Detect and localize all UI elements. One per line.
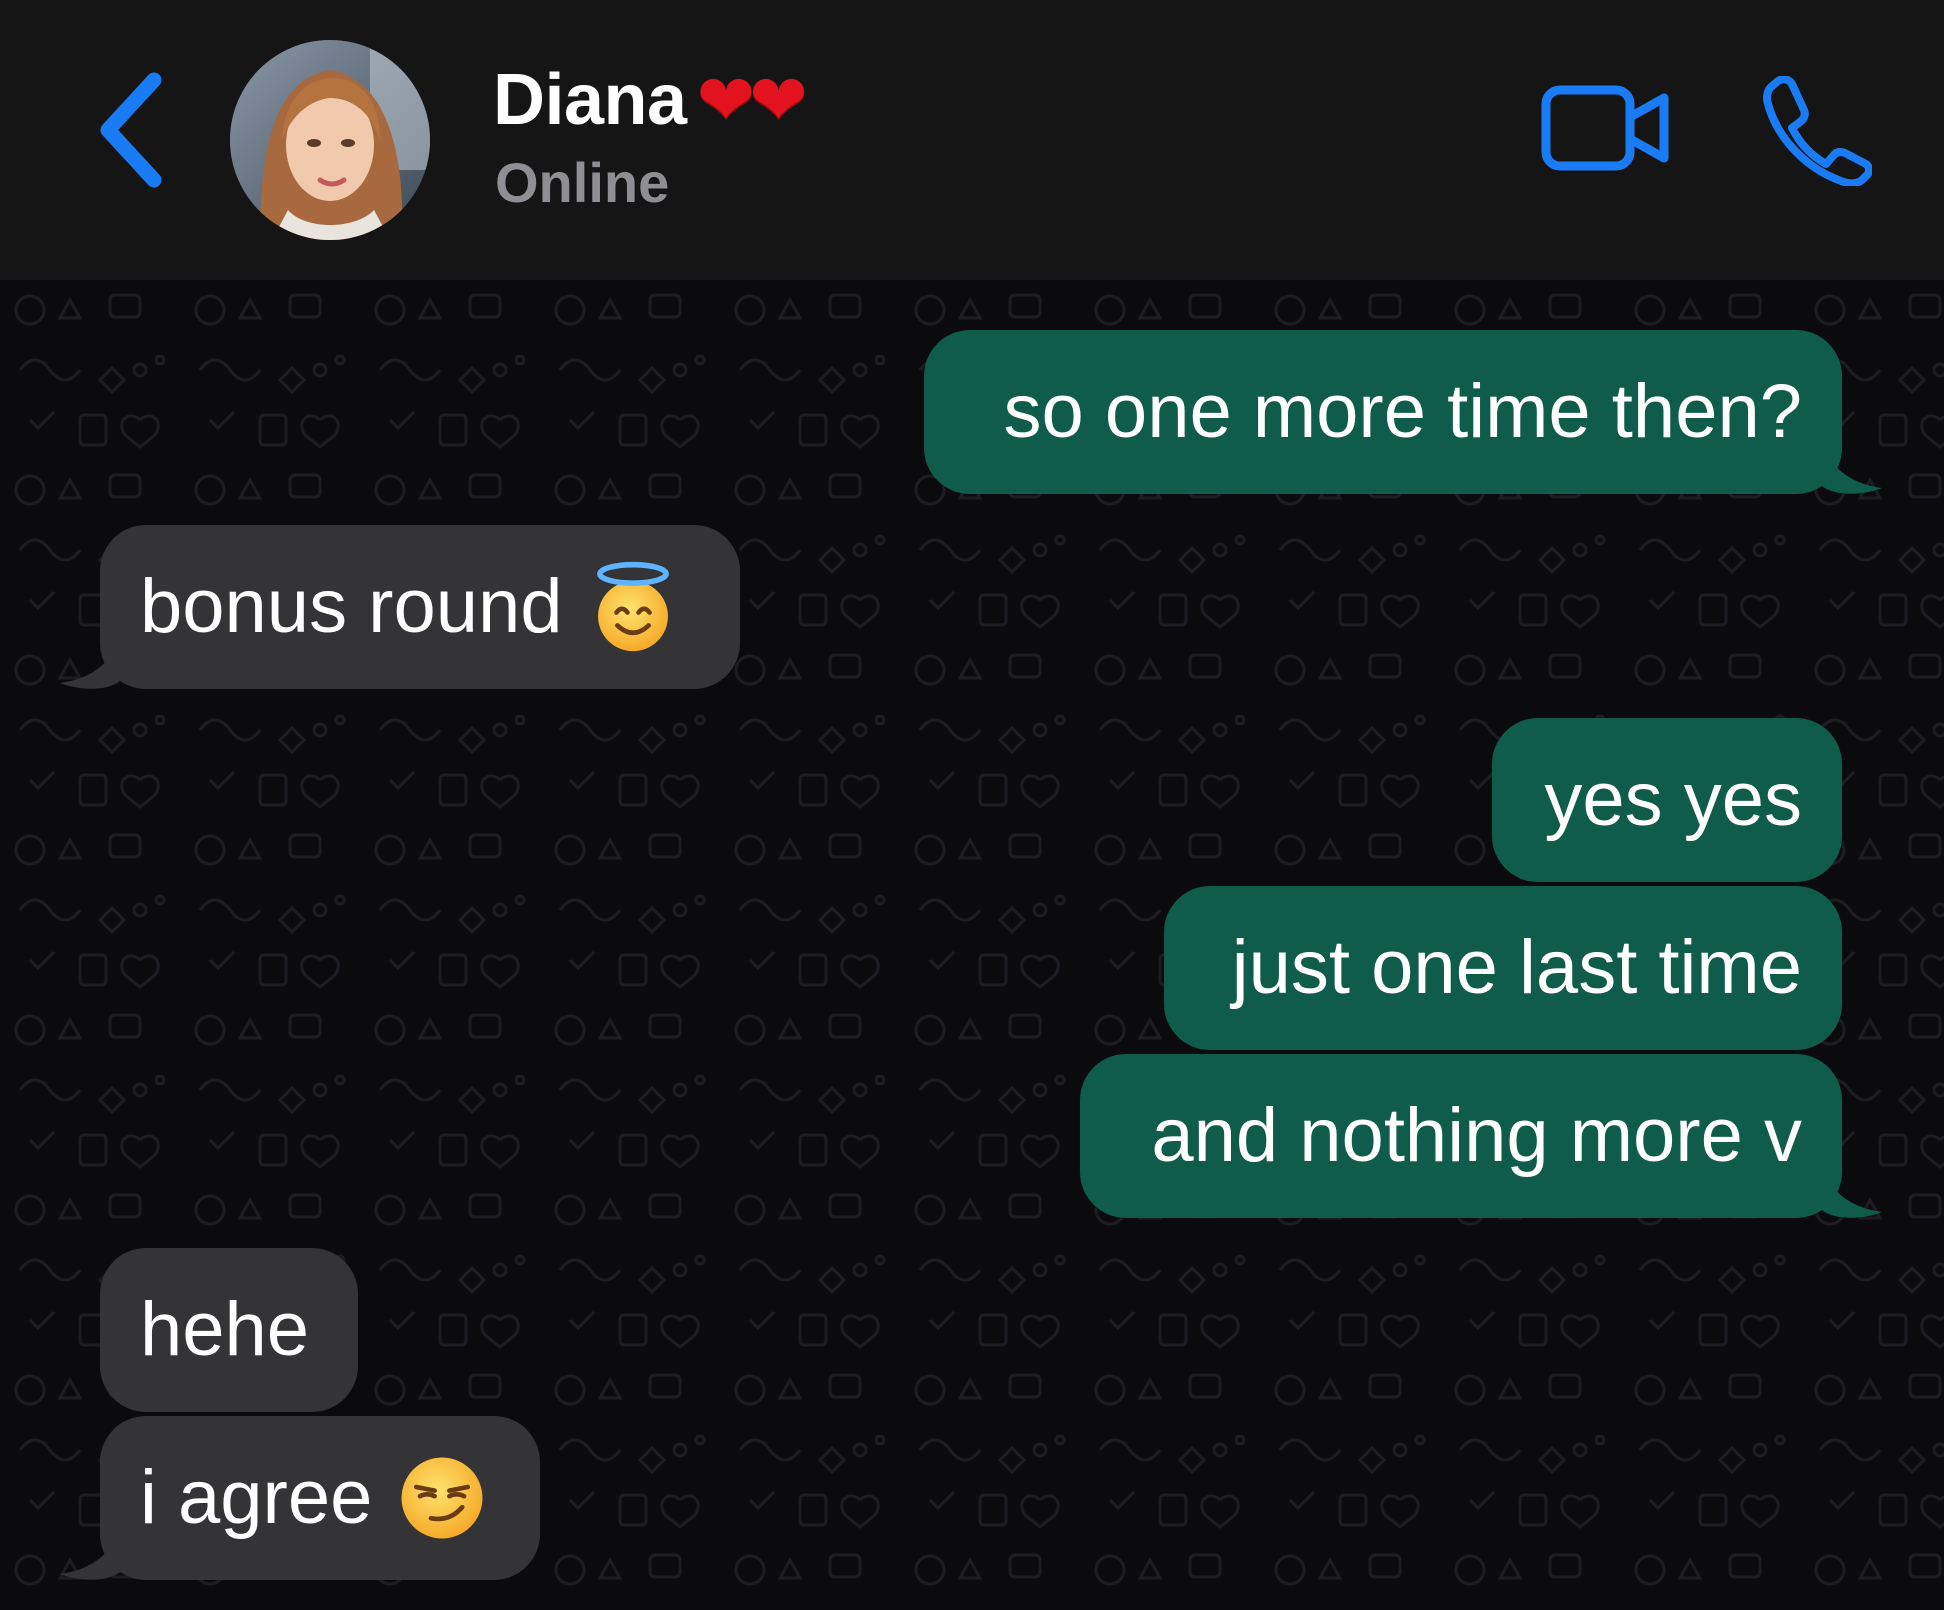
chat-header: Diana ❤❤ Online (0, 0, 1944, 280)
bubble-tail (60, 629, 120, 689)
bubble-tail (60, 1520, 120, 1580)
back-button[interactable] (90, 70, 180, 190)
message-text: yes yes (1544, 757, 1802, 842)
message-text: just one last time (1231, 925, 1802, 1010)
bubble-tail (1822, 1158, 1882, 1218)
contact-name[interactable]: Diana ❤❤ (493, 58, 808, 142)
bubble-tail (1822, 434, 1882, 494)
message-text: and nothing more v (1151, 1093, 1802, 1178)
message-text: i agree (140, 1455, 373, 1540)
message-outgoing[interactable]: just one last time (1164, 886, 1842, 1050)
message-incoming[interactable]: bonus round (60, 525, 740, 689)
smirking-face-icon (401, 1457, 483, 1539)
message-outgoing[interactable]: so one more time then? (924, 330, 1882, 494)
chat-area[interactable]: so one more time then? bonus round yes y… (0, 280, 1944, 1610)
avatar-image (230, 40, 430, 240)
phone-icon (1763, 75, 1874, 188)
message-outgoing[interactable]: yes yes (1492, 718, 1842, 882)
message-outgoing[interactable]: and nothing more v (1080, 1054, 1882, 1218)
message-text: hehe (140, 1287, 310, 1372)
smiling-face-with-halo-icon (596, 561, 669, 652)
voice-call-button[interactable] (1762, 75, 1874, 188)
contact-status: Online (495, 151, 670, 214)
message-incoming[interactable]: hehe (100, 1248, 358, 1412)
heart-emoji: ❤❤ (696, 59, 808, 141)
video-call-button[interactable] (1540, 84, 1672, 174)
contact-avatar[interactable] (230, 40, 430, 240)
chevron-left-icon (100, 72, 162, 188)
message-text: so one more time then? (1003, 369, 1802, 454)
message-incoming[interactable]: i agree (60, 1416, 540, 1580)
contact-name-text: Diana (493, 60, 687, 140)
message-text: bonus round (140, 564, 563, 649)
video-camera-icon (1541, 85, 1669, 171)
